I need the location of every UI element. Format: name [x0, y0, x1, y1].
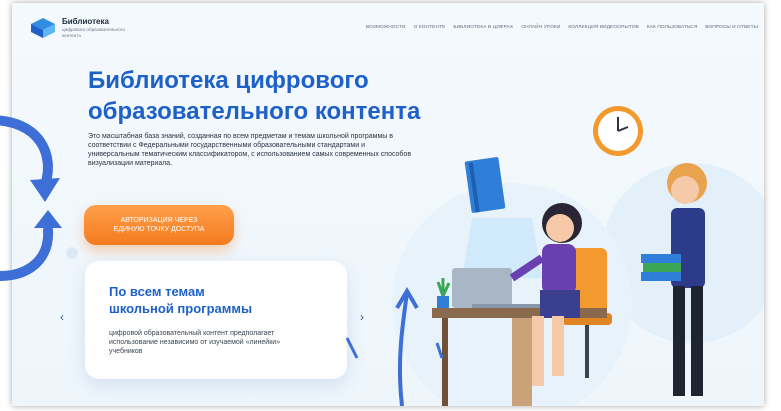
auth-button-line2: ЕДИНУЮ ТОЧКУ ДОСТУПА [113, 226, 205, 233]
auth-button-line1: АВТОРИЗАЦИЯ ЧЕРЕЗ [120, 217, 198, 224]
slider-card-title-line2: школьной программы [109, 301, 253, 316]
clock-illustration [593, 106, 643, 156]
slider-card-title-line1: По всем темам [109, 284, 205, 299]
annotation-arrow-up [345, 287, 444, 406]
slider-card-text: цифровой образовательный контент предпол… [109, 330, 281, 355]
page-title-line1: Библиотека цифрового [88, 67, 369, 94]
page-title-line2: образовательного контента [88, 98, 421, 125]
slider-prev-button[interactable]: ‹ [60, 310, 64, 324]
slider-card: По всем темам школьной программы цифрово… [85, 261, 347, 379]
browser-frame: Библиотека цифрового образовательного ко… [12, 3, 764, 406]
auth-button[interactable]: АВТОРИЗАЦИЯ ЧЕРЕЗ ЕДИНУЮ ТОЧКУ ДОСТУПА [84, 205, 234, 245]
slider-card-title: По всем темам школьной программы [109, 283, 309, 317]
page-title: Библиотека цифрового образовательного ко… [88, 65, 508, 127]
hero-description: Это масштабная база знаний, созданная по… [88, 133, 412, 167]
annotation-curved-arrows [0, 115, 62, 281]
boy-with-books-illustration [641, 163, 707, 396]
